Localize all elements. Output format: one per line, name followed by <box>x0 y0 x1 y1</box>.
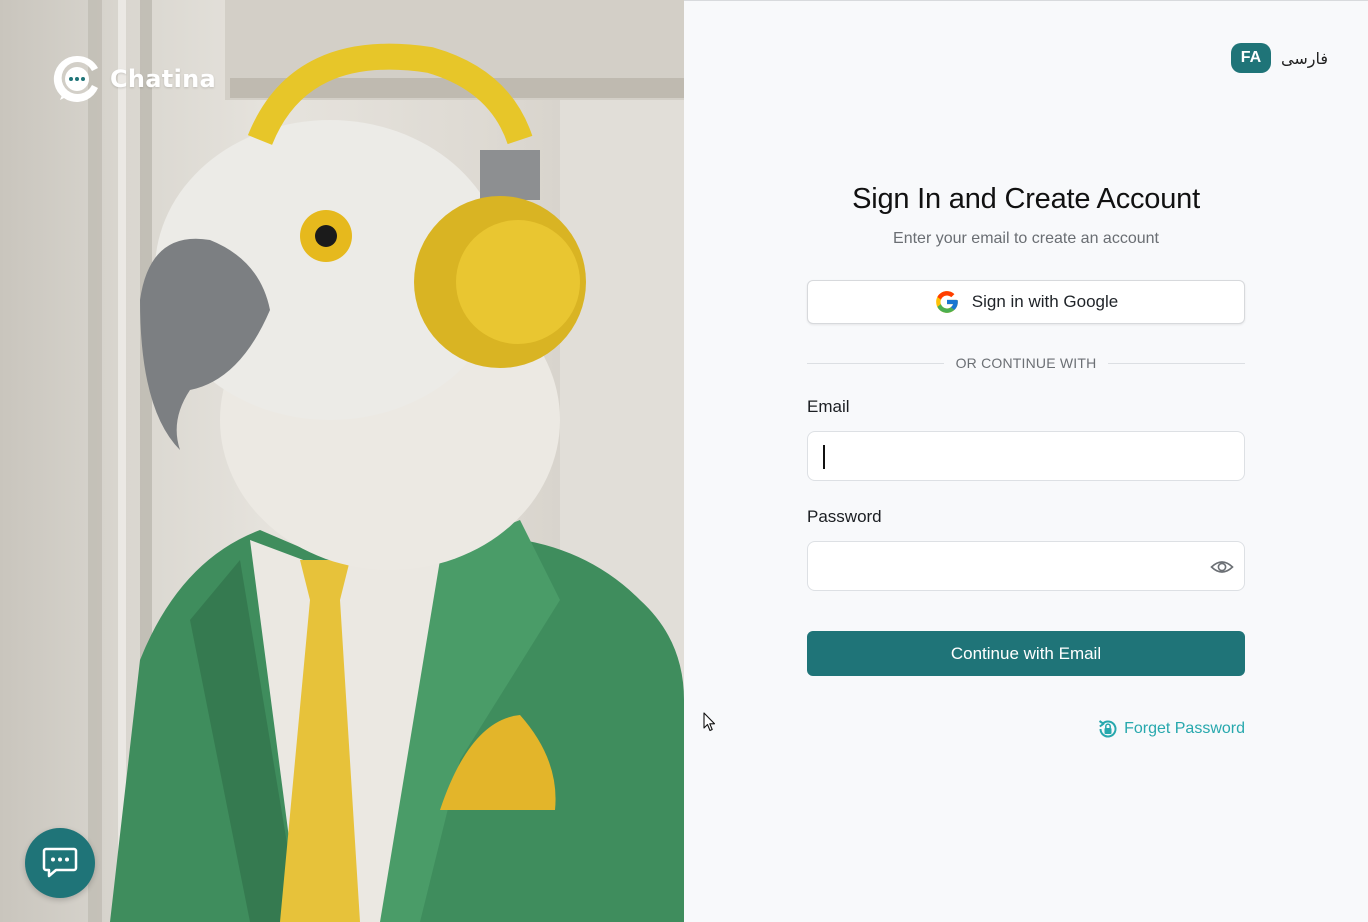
page-subtitle: Enter your email to create an account <box>893 230 1159 247</box>
hero-panel: Chatina <box>0 0 684 922</box>
eye-icon[interactable] <box>1210 556 1234 578</box>
google-g-icon <box>935 291 958 313</box>
divider-line-left <box>807 362 944 364</box>
chat-icon <box>42 847 78 878</box>
email-field-wrapper <box>807 431 1245 481</box>
divider: OR CONTINUE WITH <box>807 355 1246 371</box>
chat-support-button[interactable] <box>25 828 95 898</box>
brand-name: Chatina <box>110 65 216 93</box>
forgot-password-label: Forget Password <box>1124 720 1245 737</box>
mouse-pointer-icon <box>703 712 716 732</box>
page-title: Sign In and Create Account <box>852 183 1200 215</box>
language-switcher[interactable]: FA فارسی <box>1231 43 1328 73</box>
auth-panel: FA فارسی Sign In and Create Account Ente… <box>684 0 1368 922</box>
continue-with-email-button[interactable]: Continue with Email <box>807 631 1245 676</box>
password-field-wrapper <box>807 541 1245 591</box>
password-field[interactable] <box>808 542 1244 590</box>
lock-reset-icon <box>1098 720 1117 738</box>
parrot-illustration <box>88 0 684 922</box>
google-signin-button[interactable]: Sign in with Google <box>807 280 1245 324</box>
divider-line-right <box>1108 362 1246 364</box>
google-signin-label: Sign in with Google <box>971 292 1119 311</box>
chat-bubble-logo-icon <box>53 55 98 102</box>
forgot-password-link[interactable]: Forget Password <box>807 717 1245 741</box>
login-page: Chatina FA فارسی Sign In and Create Acco… <box>0 0 1368 922</box>
language-label: فارسی <box>1281 48 1328 68</box>
email-field[interactable] <box>808 432 1244 480</box>
password-label: Password <box>807 507 882 526</box>
language-badge: FA <box>1231 43 1271 73</box>
signin-form: Sign In and Create Account Enter your em… <box>807 183 1246 741</box>
divider-text: OR CONTINUE WITH <box>955 355 1097 371</box>
email-label: Email <box>807 397 850 416</box>
text-caret <box>823 445 825 469</box>
brand-logo[interactable]: Chatina <box>50 52 216 106</box>
